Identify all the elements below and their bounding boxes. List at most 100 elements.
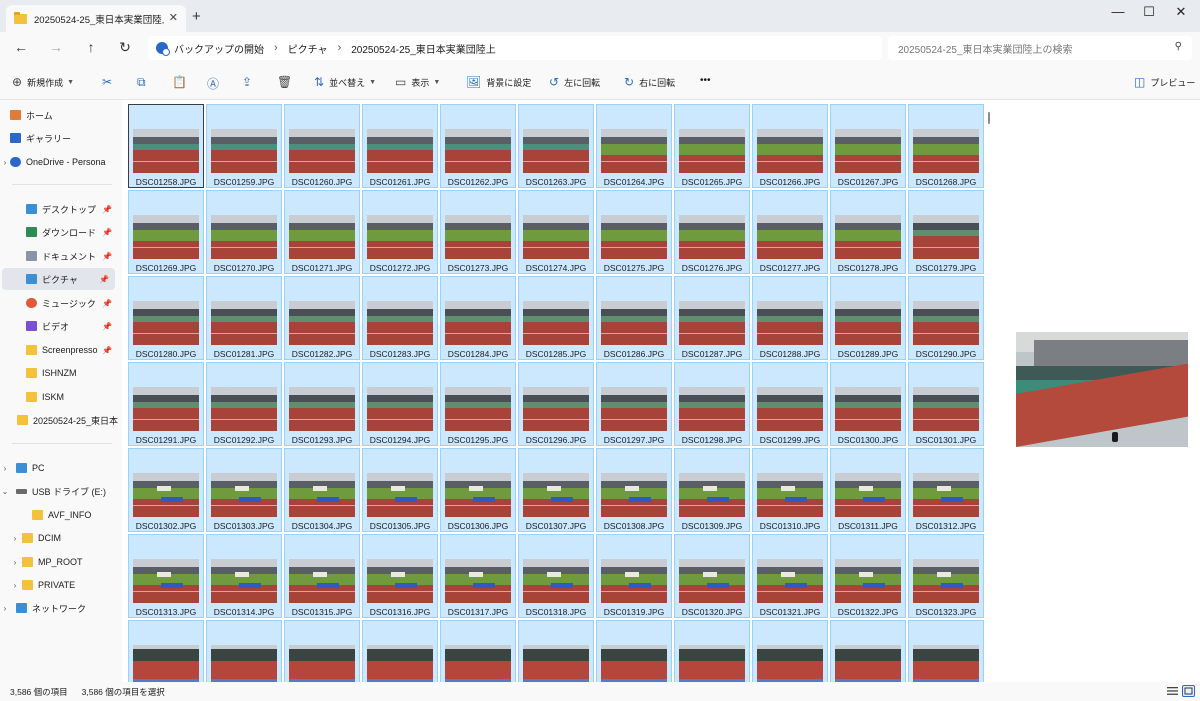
sidebar-item-ishnzm[interactable]: ISHNZM (0, 362, 118, 384)
preview-pane-button[interactable]: ◫ プレビュー (1134, 75, 1195, 89)
sidebar-item-screenpresso[interactable]: Screenpresso 📌 (0, 339, 118, 361)
file-item[interactable] (830, 620, 906, 682)
file-item[interactable] (752, 620, 828, 682)
file-item[interactable]: DSC01281.JPG (206, 276, 282, 360)
file-item[interactable]: DSC01284.JPG (440, 276, 516, 360)
sidebar-item-avf-info[interactable]: AVF_INFO (0, 504, 118, 526)
chevron-right-icon[interactable]: › (10, 534, 20, 543)
breadcrumb-pictures[interactable]: ピクチャ (288, 41, 328, 56)
file-item[interactable]: DSC01320.JPG (674, 534, 750, 618)
details-view-icon[interactable] (1166, 685, 1179, 697)
close-window-button[interactable]: ✕ (1166, 4, 1196, 20)
file-item[interactable]: DSC01303.JPG (206, 448, 282, 532)
file-item[interactable]: DSC01267.JPG (830, 104, 906, 188)
file-item[interactable]: DSC01280.JPG (128, 276, 204, 360)
pin-icon[interactable]: 📌 (99, 275, 109, 284)
file-item[interactable]: DSC01265.JPG (674, 104, 750, 188)
sidebar-item-videos[interactable]: ビデオ 📌 (0, 315, 118, 337)
file-item[interactable] (674, 620, 750, 682)
breadcrumb-current-folder[interactable]: 20250524-25_東日本実業団陸上 (351, 41, 496, 56)
file-item[interactable] (596, 620, 672, 682)
chevron-right-icon[interactable]: › (10, 581, 20, 590)
file-item[interactable]: DSC01313.JPG (128, 534, 204, 618)
sidebar-item-desktop[interactable]: デスクトップ 📌 (0, 198, 118, 220)
file-item[interactable] (518, 620, 594, 682)
file-item[interactable] (128, 620, 204, 682)
file-item[interactable]: DSC01309.JPG (674, 448, 750, 532)
sidebar-item-mp-root[interactable]: › MP_ROOT (0, 551, 118, 573)
file-item[interactable]: DSC01304.JPG (284, 448, 360, 532)
chevron-down-icon[interactable]: ⌄ (0, 487, 10, 496)
file-item[interactable]: DSC01307.JPG (518, 448, 594, 532)
file-item[interactable] (908, 620, 984, 682)
new-tab-button[interactable]: + (192, 8, 201, 25)
sidebar-item-home[interactable]: ホーム (0, 104, 118, 126)
file-item[interactable]: DSC01295.JPG (440, 362, 516, 446)
back-arrow-icon[interactable]: ← (10, 39, 32, 55)
folder-tab[interactable]: 20250524-25_東日本実業団陸上 ✕ (6, 5, 186, 32)
sidebar-item-iskm[interactable]: ISKM (0, 386, 118, 408)
rotate-left-button[interactable]: ↺ 左に回転 (549, 75, 600, 89)
scrollbar-thumb[interactable] (988, 112, 990, 124)
file-item[interactable]: DSC01297.JPG (596, 362, 672, 446)
file-item[interactable]: DSC01261.JPG (362, 104, 438, 188)
sidebar-item-current-folder[interactable]: 20250524-25_東日本 (0, 409, 118, 431)
file-item[interactable]: DSC01294.JPG (362, 362, 438, 446)
rename-button[interactable]: Ⓐ (207, 75, 224, 92)
search-input[interactable]: 20250524-25_東日本実業団陸上の検索 ⚲ (888, 36, 1192, 60)
file-item[interactable]: DSC01266.JPG (752, 104, 828, 188)
large-icons-view-icon[interactable] (1182, 685, 1195, 697)
tab-close-icon[interactable]: ✕ (169, 11, 178, 24)
file-item[interactable]: DSC01323.JPG (908, 534, 984, 618)
file-item[interactable] (284, 620, 360, 682)
minimize-button[interactable]: — (1103, 4, 1133, 19)
chevron-right-icon[interactable]: › (0, 158, 10, 167)
file-item[interactable]: DSC01314.JPG (206, 534, 282, 618)
pin-icon[interactable]: 📌 (102, 228, 112, 237)
share-button[interactable]: ⇪ (242, 75, 257, 89)
file-item[interactable]: DSC01298.JPG (674, 362, 750, 446)
file-item[interactable] (440, 620, 516, 682)
new-button[interactable]: ⊕ 新規作成 ▼ (12, 75, 74, 89)
chevron-right-icon[interactable]: › (274, 42, 278, 54)
file-item[interactable]: DSC01305.JPG (362, 448, 438, 532)
file-item[interactable]: DSC01318.JPG (518, 534, 594, 618)
file-item[interactable]: DSC01322.JPG (830, 534, 906, 618)
file-item[interactable]: DSC01258.JPG (128, 104, 204, 188)
file-item[interactable]: DSC01287.JPG (674, 276, 750, 360)
chevron-right-icon[interactable]: › (0, 464, 10, 473)
file-item[interactable]: DSC01273.JPG (440, 190, 516, 274)
file-item[interactable] (362, 620, 438, 682)
paste-button[interactable]: 📋 (172, 75, 192, 89)
file-item[interactable]: DSC01278.JPG (830, 190, 906, 274)
file-item[interactable]: DSC01268.JPG (908, 104, 984, 188)
file-item[interactable]: DSC01306.JPG (440, 448, 516, 532)
sidebar-item-network[interactable]: › ネットワーク (0, 597, 118, 619)
sidebar-item-private[interactable]: › PRIVATE (0, 574, 118, 596)
delete-button[interactable]: 🗑 (277, 75, 297, 89)
sidebar-item-pictures[interactable]: ピクチャ 📌 (2, 268, 115, 290)
file-item[interactable]: DSC01321.JPG (752, 534, 828, 618)
file-item[interactable]: DSC01308.JPG (596, 448, 672, 532)
set-background-button[interactable]: 🖼 背景に設定 (466, 75, 531, 89)
file-item[interactable]: DSC01315.JPG (284, 534, 360, 618)
file-item[interactable]: DSC01293.JPG (284, 362, 360, 446)
cut-button[interactable]: ✂ (102, 75, 117, 89)
copy-button[interactable]: ⧉ (137, 75, 151, 90)
file-item[interactable]: DSC01311.JPG (830, 448, 906, 532)
sidebar-item-music[interactable]: ミュージック 📌 (0, 292, 118, 314)
file-item[interactable]: DSC01301.JPG (908, 362, 984, 446)
file-item[interactable]: DSC01272.JPG (362, 190, 438, 274)
file-item[interactable]: DSC01285.JPG (518, 276, 594, 360)
sidebar-item-usb-drive[interactable]: ⌄ USB ドライブ (E:) (0, 480, 118, 502)
file-item[interactable]: DSC01310.JPG (752, 448, 828, 532)
file-item[interactable]: DSC01275.JPG (596, 190, 672, 274)
file-item[interactable]: DSC01312.JPG (908, 448, 984, 532)
chevron-right-icon[interactable]: › (0, 604, 10, 613)
file-item[interactable]: DSC01291.JPG (128, 362, 204, 446)
pin-icon[interactable]: 📌 (102, 299, 112, 308)
chevron-right-icon[interactable]: › (338, 42, 342, 54)
pin-icon[interactable]: 📌 (102, 322, 112, 331)
rotate-right-button[interactable]: ↻ 右に回転 (624, 75, 675, 89)
maximize-button[interactable]: ☐ (1134, 4, 1164, 20)
